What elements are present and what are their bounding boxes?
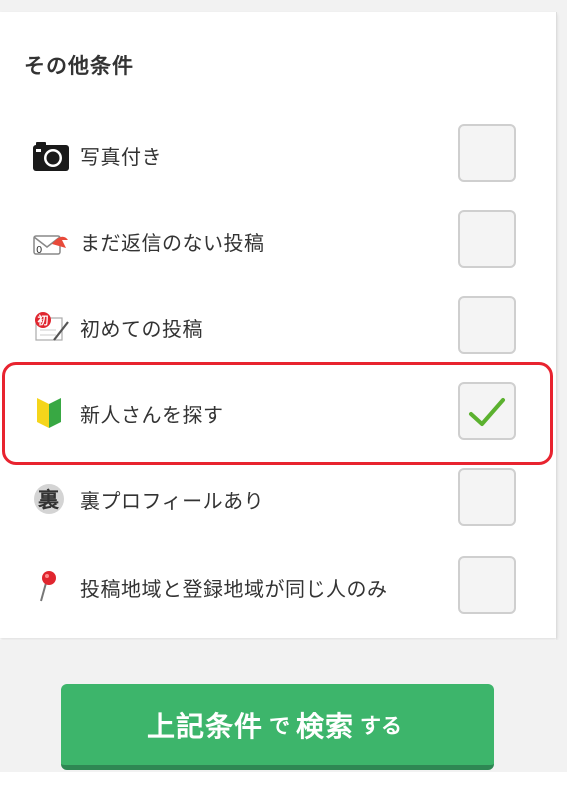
check-icon [469,398,505,426]
first-post-icon: 初 [32,310,70,344]
first-post-icon-text: 初 [38,313,49,327]
beginner-mark-icon [32,395,70,429]
ura-badge-icon: 裏 [32,482,70,516]
no-reply-mail-icon: 0 [32,224,70,258]
checkbox-first-post[interactable] [458,296,516,354]
search-button-text-3: 検索 [296,709,355,743]
camera-icon [32,139,70,173]
condition-row-ura-profile[interactable]: 裏 裏プロフィールあり [0,456,556,542]
condition-row-no-reply[interactable]: 0 まだ返信のない投稿 [0,198,556,284]
condition-label: 新人さんを探す [80,403,224,427]
checkbox-photo[interactable] [458,124,516,182]
search-with-conditions-button[interactable]: 上記条件 で 検索 する [61,684,494,770]
checkbox-ura-profile[interactable] [458,468,516,526]
condition-label: 投稿地域と登録地域が同じ人のみ [80,577,388,601]
search-button-text-2: で [269,713,290,738]
svg-text:0: 0 [36,245,42,256]
page-gutter [556,0,567,640]
search-button-text-4: する [360,713,403,738]
search-button-text-1: 上記条件 [146,709,263,743]
ura-badge-text: 裏 [37,488,60,512]
condition-row-first-post[interactable]: 初 初めての投稿 [0,284,556,370]
condition-row-newcomer[interactable]: 新人さんを探す [0,370,556,456]
condition-label: 初めての投稿 [80,317,203,341]
section-title: その他条件 [24,54,134,78]
checkbox-no-reply[interactable] [458,210,516,268]
condition-label: 裏プロフィールあり [80,489,265,513]
bottom-edge [0,772,567,797]
condition-label: 写真付き [80,145,162,169]
checkbox-same-region[interactable] [458,556,516,614]
map-pin-icon [32,569,70,603]
condition-row-same-region[interactable]: 投稿地域と登録地域が同じ人のみ [0,542,556,628]
condition-row-photo[interactable]: 写真付き [0,112,556,198]
checkbox-newcomer[interactable] [458,382,516,440]
condition-label: まだ返信のない投稿 [80,231,265,255]
